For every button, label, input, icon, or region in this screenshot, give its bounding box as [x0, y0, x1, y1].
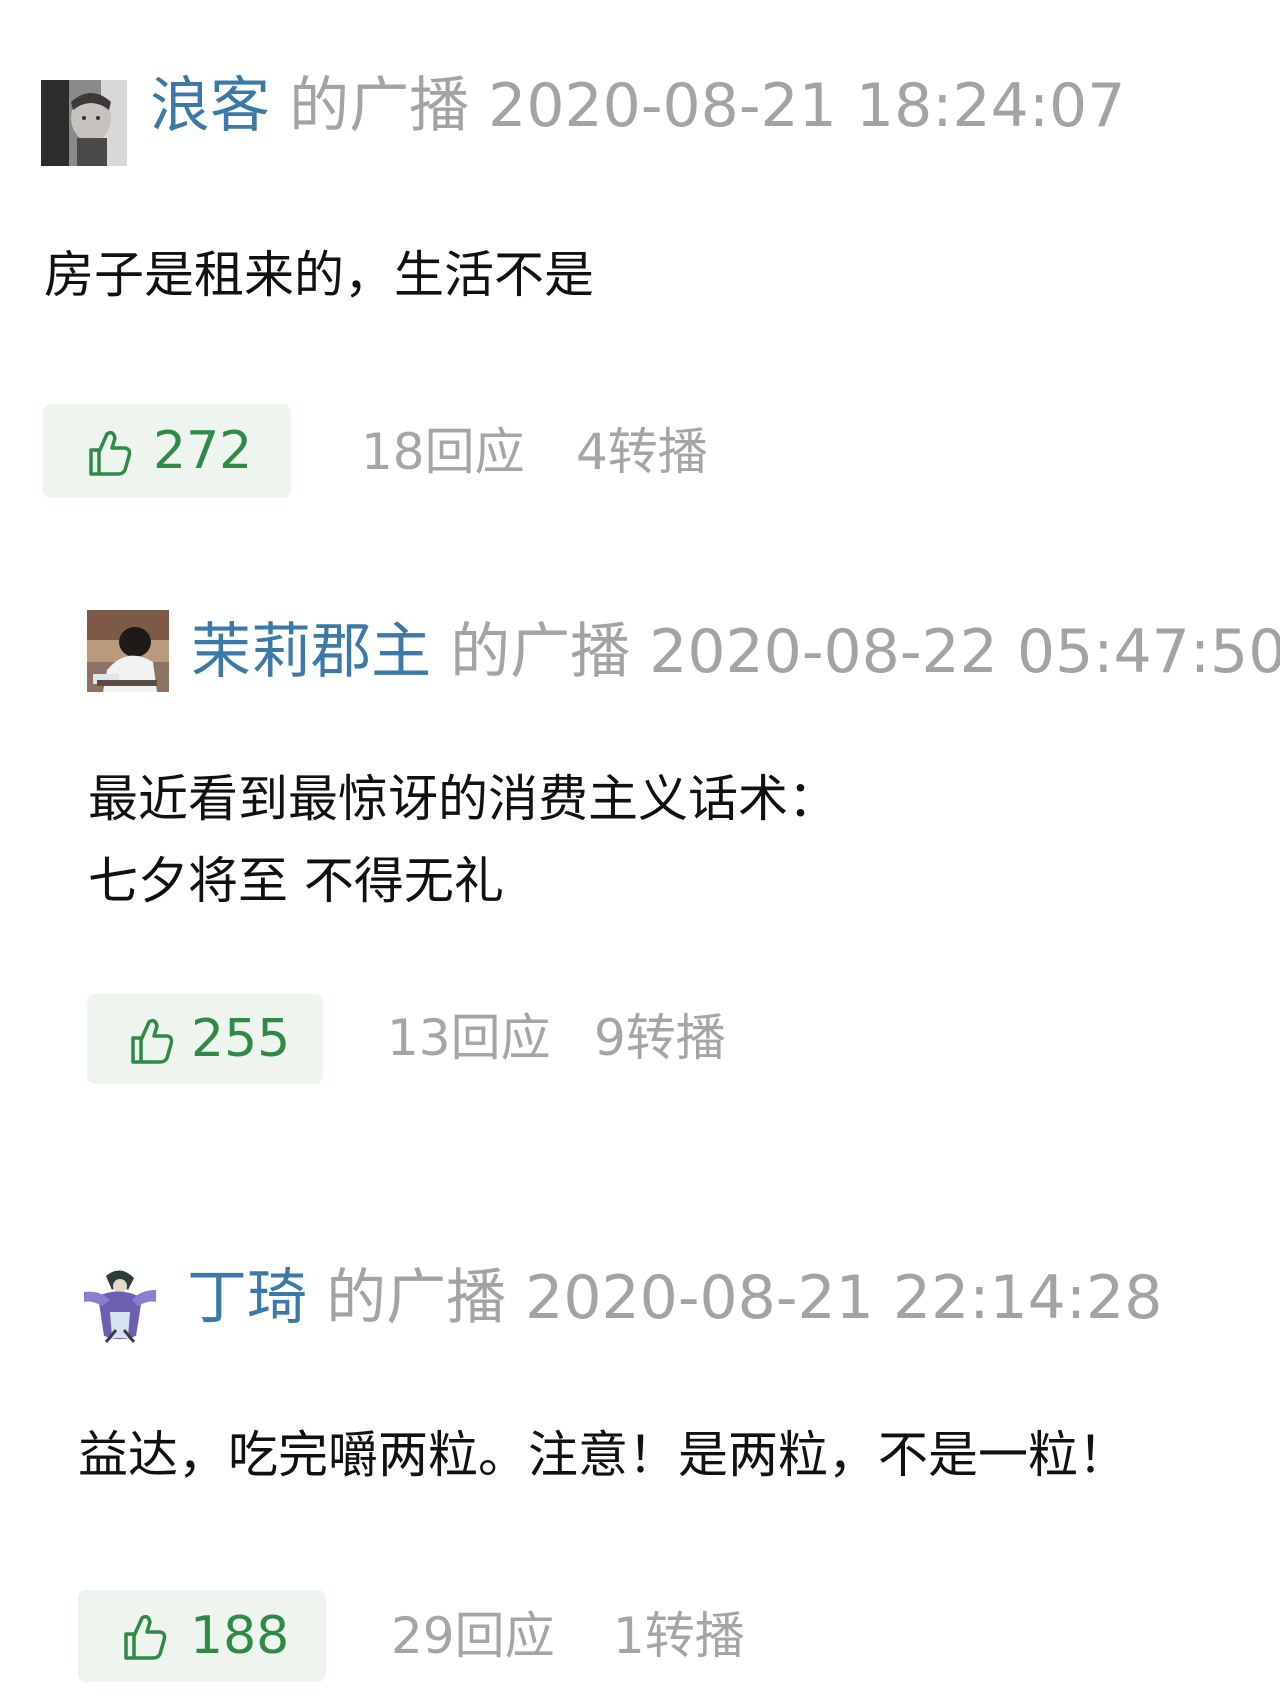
- post-header-line: 浪客 的广播 2020-08-21 18:24:07: [150, 66, 1125, 146]
- like-count: 255: [191, 1009, 291, 1069]
- user-photo-icon: [87, 610, 169, 692]
- thumbs-up-icon: [124, 1614, 167, 1660]
- post-header: 茉莉郡主 的广播 2020-08-22 05:47:50: [0, 592, 1280, 692]
- post-text: 房子是租来的，生活不是: [44, 234, 594, 316]
- user-photo-icon: [41, 80, 127, 166]
- post-text-line: 益达，吃完嚼两粒。注意！是两粒，不是一粒！: [78, 1426, 1128, 1484]
- replies-link[interactable]: 13回应: [387, 996, 551, 1080]
- timestamp[interactable]: 2020-08-22 05:47:50: [649, 617, 1280, 687]
- avatar[interactable]: [76, 1256, 164, 1344]
- post-header-line: 丁琦 的广播 2020-08-21 22:14:28: [187, 1258, 1162, 1338]
- reshares-link[interactable]: 9转播: [594, 996, 726, 1080]
- replies-link[interactable]: 29回应: [391, 1594, 555, 1678]
- like-count: 188: [190, 1606, 290, 1666]
- author-link[interactable]: 茉莉郡主: [191, 617, 431, 687]
- post-actions: 255 13回应 9转播: [87, 994, 787, 1090]
- illustrated-figure-icon: [84, 1270, 156, 1343]
- avatar[interactable]: [41, 80, 127, 166]
- post-actions: 188 29回应 1转播: [78, 1590, 778, 1686]
- broadcast-label: 的广播: [326, 1263, 507, 1333]
- avatar[interactable]: [87, 610, 169, 692]
- post-actions: 272 18回应 4转播: [43, 404, 743, 500]
- post-text: 益达，吃完嚼两粒。注意！是两粒，不是一粒！: [78, 1414, 1128, 1496]
- timestamp[interactable]: 2020-08-21 18:24:07: [488, 71, 1125, 141]
- reshares-link[interactable]: 1转播: [613, 1594, 745, 1678]
- post-header: 丁琦 的广播 2020-08-21 22:14:28: [0, 1242, 1260, 1344]
- post-text-line: 房子是租来的，生活不是: [44, 246, 594, 304]
- reshares-link[interactable]: 4转播: [576, 410, 708, 494]
- thumbs-up-icon: [89, 430, 132, 476]
- timestamp[interactable]: 2020-08-21 22:14:28: [525, 1263, 1162, 1333]
- replies-link[interactable]: 18回应: [361, 410, 525, 494]
- post-header: 浪客 的广播 2020-08-21 18:24:07: [0, 66, 1260, 166]
- broadcast-label: 的广播: [289, 71, 470, 141]
- author-link[interactable]: 浪客: [150, 71, 270, 141]
- post-header-line: 茉莉郡主 的广播 2020-08-22 05:47:50: [191, 612, 1280, 692]
- like-button[interactable]: 255: [87, 994, 323, 1084]
- like-button[interactable]: 272: [43, 404, 291, 498]
- post-text-line: 最近看到最惊讶的消费主义话术：: [88, 770, 838, 828]
- post-text-line: 七夕将至 不得无礼: [88, 852, 504, 910]
- author-link[interactable]: 丁琦: [187, 1263, 307, 1333]
- like-count: 272: [153, 421, 253, 481]
- like-button[interactable]: 188: [78, 1590, 326, 1682]
- thumbs-up-icon: [131, 1018, 174, 1064]
- broadcast-label: 的广播: [450, 617, 631, 687]
- post-text: 最近看到最惊讶的消费主义话术： 七夕将至 不得无礼: [88, 758, 838, 922]
